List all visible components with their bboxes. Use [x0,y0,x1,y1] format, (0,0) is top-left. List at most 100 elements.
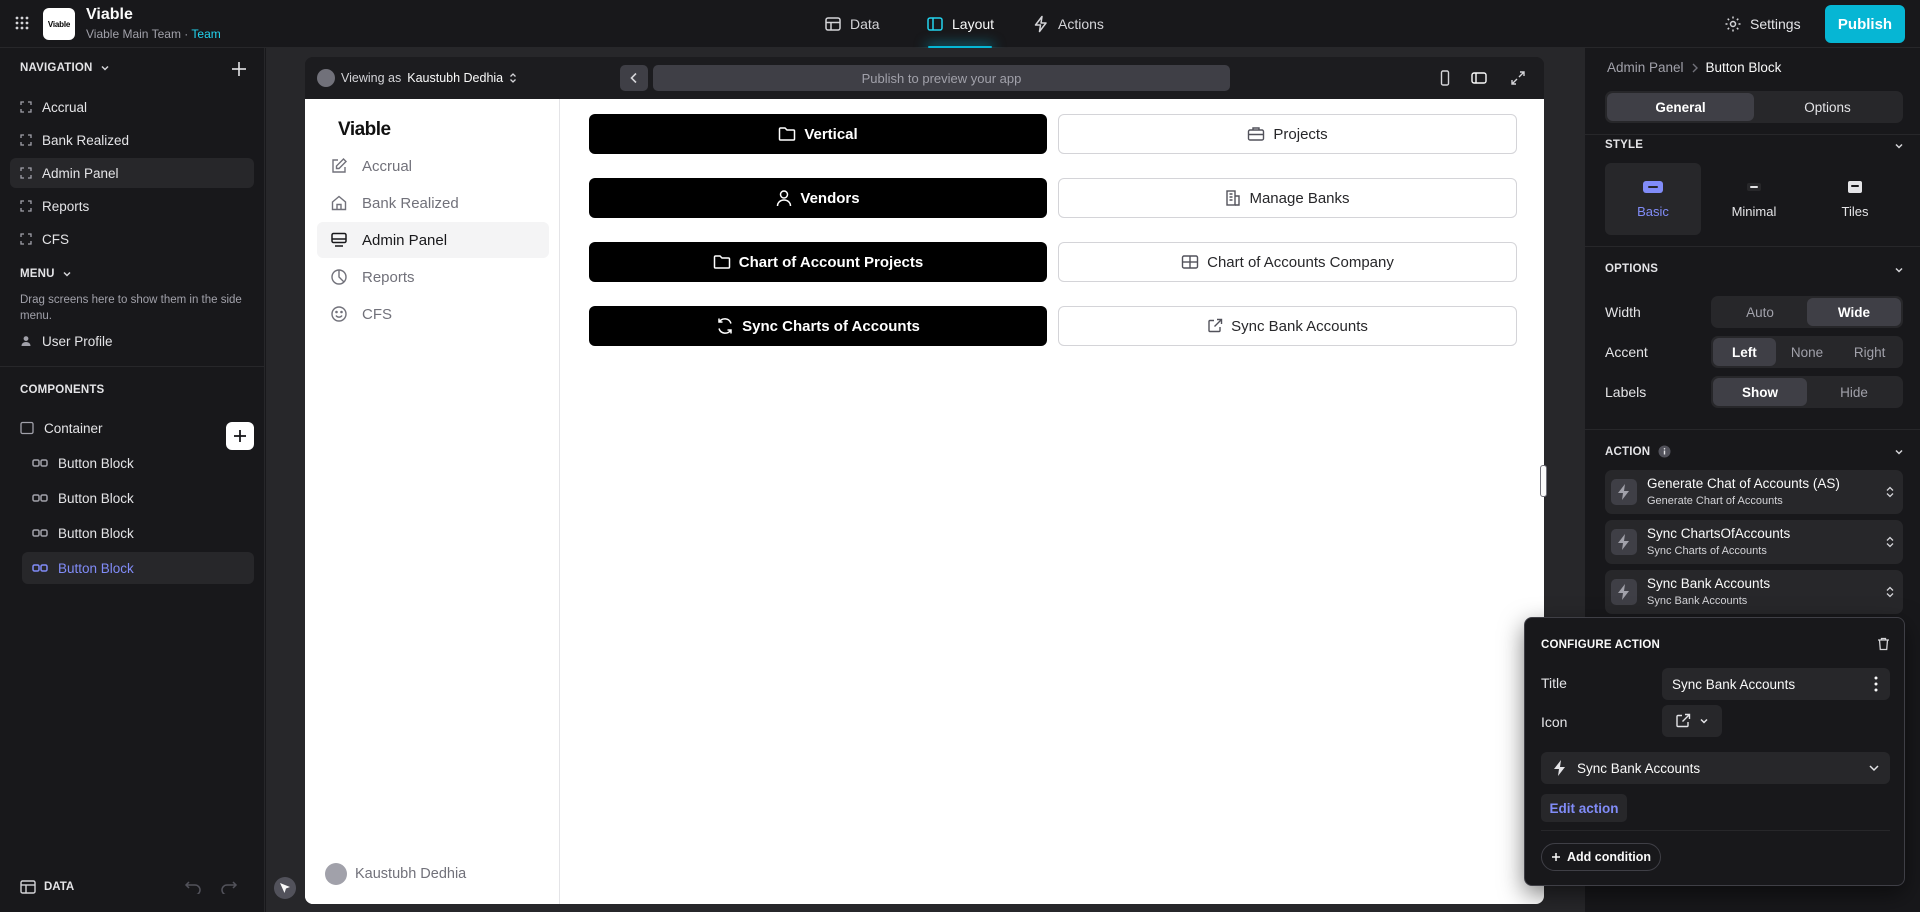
app-logo[interactable]: Viable [43,8,75,40]
mobile-icon[interactable] [1437,70,1453,86]
menu-section-header[interactable]: MENU [20,268,73,280]
edit-action-button[interactable]: Edit action [1541,794,1627,822]
navigation-section-header[interactable]: NAVIGATION [20,62,111,74]
chevron-down-icon[interactable] [1893,140,1905,152]
app-user-profile[interactable]: Kaustubh Dedhia [325,863,466,885]
app-nav-bank-realized[interactable]: Bank Realized [317,185,549,221]
button-vendors[interactable]: Vendors [589,178,1047,218]
external-link-icon [1207,318,1223,334]
title-input[interactable]: Sync Bank Accounts [1662,668,1890,700]
viewing-prefix: Viewing as [341,71,402,85]
action-title: Sync ChartsOfAccounts [1647,526,1791,541]
apps-grid-icon[interactable] [14,15,30,31]
action-title: Generate Chat of Accounts (AS) [1647,476,1840,491]
sidebar-item-admin-panel[interactable]: Admin Panel [10,158,254,188]
desktop-icon[interactable] [1471,70,1487,86]
sidebar-item-label: CFS [42,231,69,247]
preview-url-bar[interactable]: Publish to preview your app [653,65,1230,91]
sidebar-item-cfs[interactable]: CFS [10,224,254,254]
width-auto[interactable]: Auto [1713,298,1807,326]
app-nav-admin-panel[interactable]: Admin Panel [317,222,549,258]
info-icon[interactable] [1658,445,1671,458]
button-projects[interactable]: Projects [1058,114,1517,154]
style-tiles[interactable]: Tiles [1807,163,1903,235]
button-sync-bank-accounts[interactable]: Sync Bank Accounts [1058,306,1517,346]
minimal-style-icon [1744,180,1764,194]
components-heading: COMPONENTS [20,384,105,396]
more-vertical-icon[interactable] [1874,676,1878,692]
button-sync-charts-of-accounts[interactable]: Sync Charts of Accounts [589,306,1047,346]
style-option-label: Minimal [1731,203,1777,219]
divider [1585,246,1920,247]
button-chart-of-account-projects[interactable]: Chart of Account Projects [589,242,1047,282]
style-basic[interactable]: Basic [1605,163,1701,235]
trash-icon[interactable] [1877,637,1890,651]
settings-button[interactable]: Settings [1724,10,1801,38]
component-button-block[interactable]: Button Block [22,517,254,549]
icon-picker[interactable] [1662,705,1722,737]
button-chart-of-accounts-company[interactable]: Chart of Accounts Company [1058,242,1517,282]
icon-label: Icon [1541,714,1568,730]
add-condition-button[interactable]: Add condition [1541,843,1661,871]
sort-icon[interactable] [1885,486,1895,498]
component-button-block[interactable]: Button Block [22,447,254,479]
component-label: Button Block [58,455,134,471]
menu-item-user-profile[interactable]: User Profile [10,326,254,356]
cursor-mode-icon[interactable] [274,877,296,899]
style-minimal[interactable]: Minimal [1706,163,1802,235]
labels-show[interactable]: Show [1713,378,1807,406]
back-button[interactable] [620,65,648,91]
chevron-down-icon[interactable] [1893,446,1905,458]
breadcrumb-parent[interactable]: Admin Panel [1607,60,1684,75]
data-toggle[interactable]: DATA [20,880,74,894]
labels-hide[interactable]: Hide [1807,378,1901,406]
app-nav-accrual[interactable]: Accrual [317,148,549,184]
resize-handle[interactable] [1540,465,1547,497]
component-label: Button Block [58,560,134,576]
sidebar-item-label: Reports [42,198,90,214]
nav-actions[interactable]: Actions [1026,10,1110,38]
navigation-heading: NAVIGATION [20,62,93,74]
nav-data[interactable]: Data [818,10,886,38]
table-icon [20,880,36,894]
component-label: Container [44,420,103,436]
chevron-down-icon [1699,716,1709,726]
app-nav-cfs[interactable]: CFS [317,296,549,332]
tab-general[interactable]: General [1607,93,1754,121]
sidebar-item-accrual[interactable]: Accrual [10,92,254,122]
sidebar-item-reports[interactable]: Reports [10,191,254,221]
app-nav-label: Admin Panel [362,231,448,249]
undo-icon[interactable] [184,880,202,894]
divider [1541,830,1890,831]
expand-icon[interactable] [1510,70,1526,86]
tab-options[interactable]: Options [1754,93,1901,121]
action-item[interactable]: Sync ChartsOfAccounts Sync Charts of Acc… [1605,520,1903,564]
viewing-as-selector[interactable]: Viewing as Kaustubh Dedhia [317,69,517,87]
menu-heading: MENU [20,268,55,280]
chevron-left-icon [629,72,639,84]
action-item[interactable]: Generate Chat of Accounts (AS) Generate … [1605,470,1903,514]
component-button-block-selected[interactable]: Button Block [22,552,254,584]
add-screen-icon[interactable] [230,60,248,78]
component-container[interactable]: Container [10,412,242,444]
button-manage-banks[interactable]: Manage Banks [1058,178,1517,218]
action-select[interactable]: Sync Bank Accounts [1541,752,1890,784]
nav-layout[interactable]: Layout [920,10,1000,38]
accent-none[interactable]: None [1776,338,1839,366]
publish-button[interactable]: Publish [1825,5,1905,43]
chevron-down-icon[interactable] [1893,264,1905,276]
sort-icon[interactable] [1885,536,1895,548]
pie-chart-icon [330,268,348,286]
redo-icon[interactable] [220,880,238,894]
sidebar-item-bank-realized[interactable]: Bank Realized [10,125,254,155]
button-vertical[interactable]: Vertical [589,114,1047,154]
component-button-block[interactable]: Button Block [22,482,254,514]
screen-icon [20,233,32,245]
sort-icon[interactable] [1885,586,1895,598]
accent-left[interactable]: Left [1713,338,1776,366]
action-subtitle: Sync Charts of Accounts [1647,545,1767,557]
width-wide[interactable]: Wide [1807,298,1901,326]
action-item[interactable]: Sync Bank Accounts Sync Bank Accounts [1605,570,1903,614]
accent-right[interactable]: Right [1838,338,1901,366]
app-nav-reports[interactable]: Reports [317,259,549,295]
